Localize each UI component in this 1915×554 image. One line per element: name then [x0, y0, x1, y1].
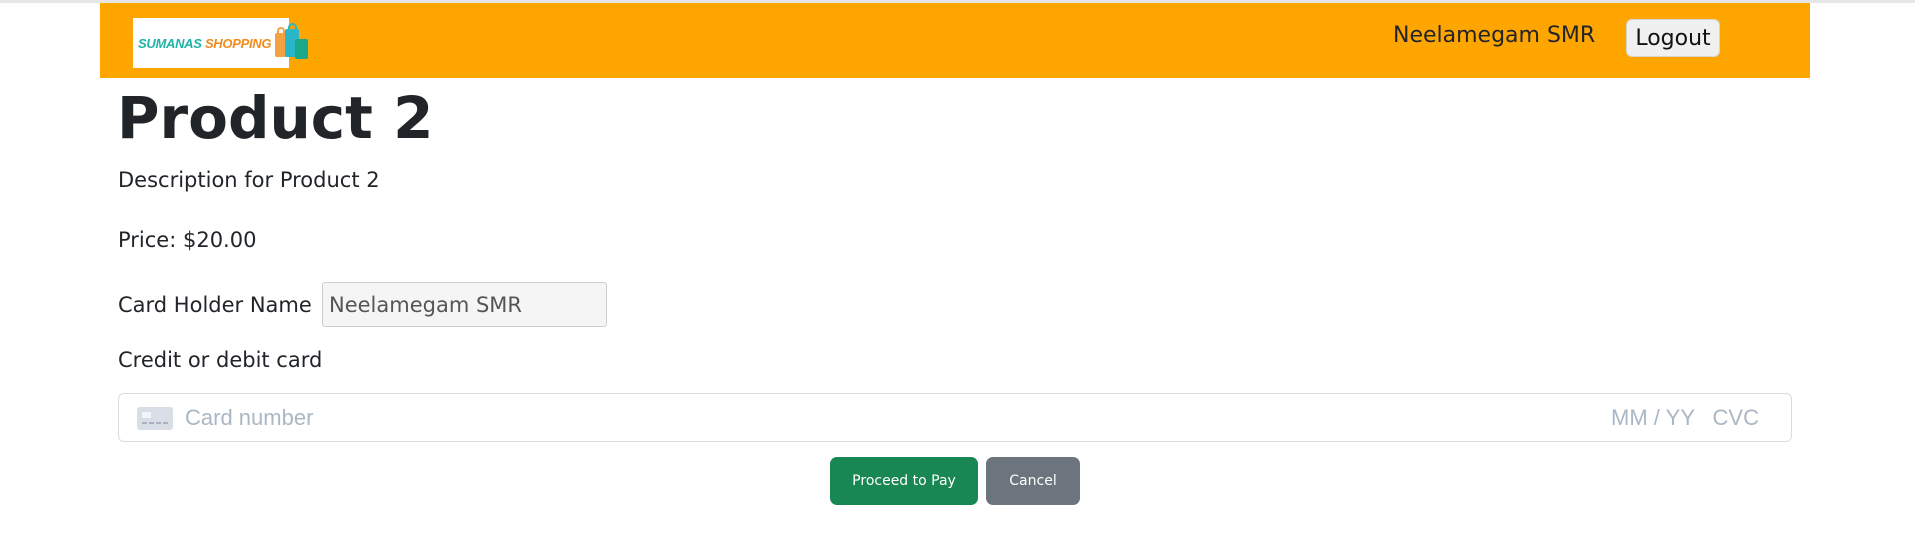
- card-element-label: Credit or debit card: [118, 348, 323, 372]
- current-user-name: Neelamegam SMR: [1393, 23, 1596, 48]
- card-cvc-input[interactable]: CVC: [1713, 405, 1759, 431]
- product-title: Product 2: [117, 84, 434, 152]
- card-details-field[interactable]: Card number MM / YY CVC: [118, 393, 1792, 442]
- card-holder-label: Card Holder Name: [118, 293, 312, 317]
- proceed-to-pay-button[interactable]: Proceed to Pay: [830, 457, 978, 505]
- product-price: Price: $20.00: [118, 228, 257, 252]
- card-holder-name-input[interactable]: [322, 282, 607, 327]
- card-expiry-input[interactable]: MM / YY: [1611, 405, 1695, 431]
- top-navbar: SUMANAS SHOPPING Neelamegam SMR Logout: [100, 3, 1810, 78]
- logout-button[interactable]: Logout: [1626, 19, 1720, 57]
- cancel-button[interactable]: Cancel: [986, 457, 1080, 505]
- logo-text: SUMANAS SHOPPING: [138, 35, 272, 51]
- shopping-bags-icon: [273, 23, 309, 63]
- credit-card-icon: [137, 407, 173, 430]
- product-description: Description for Product 2: [118, 168, 380, 192]
- card-number-input[interactable]: Card number: [185, 405, 313, 431]
- site-logo[interactable]: SUMANAS SHOPPING: [133, 18, 309, 68]
